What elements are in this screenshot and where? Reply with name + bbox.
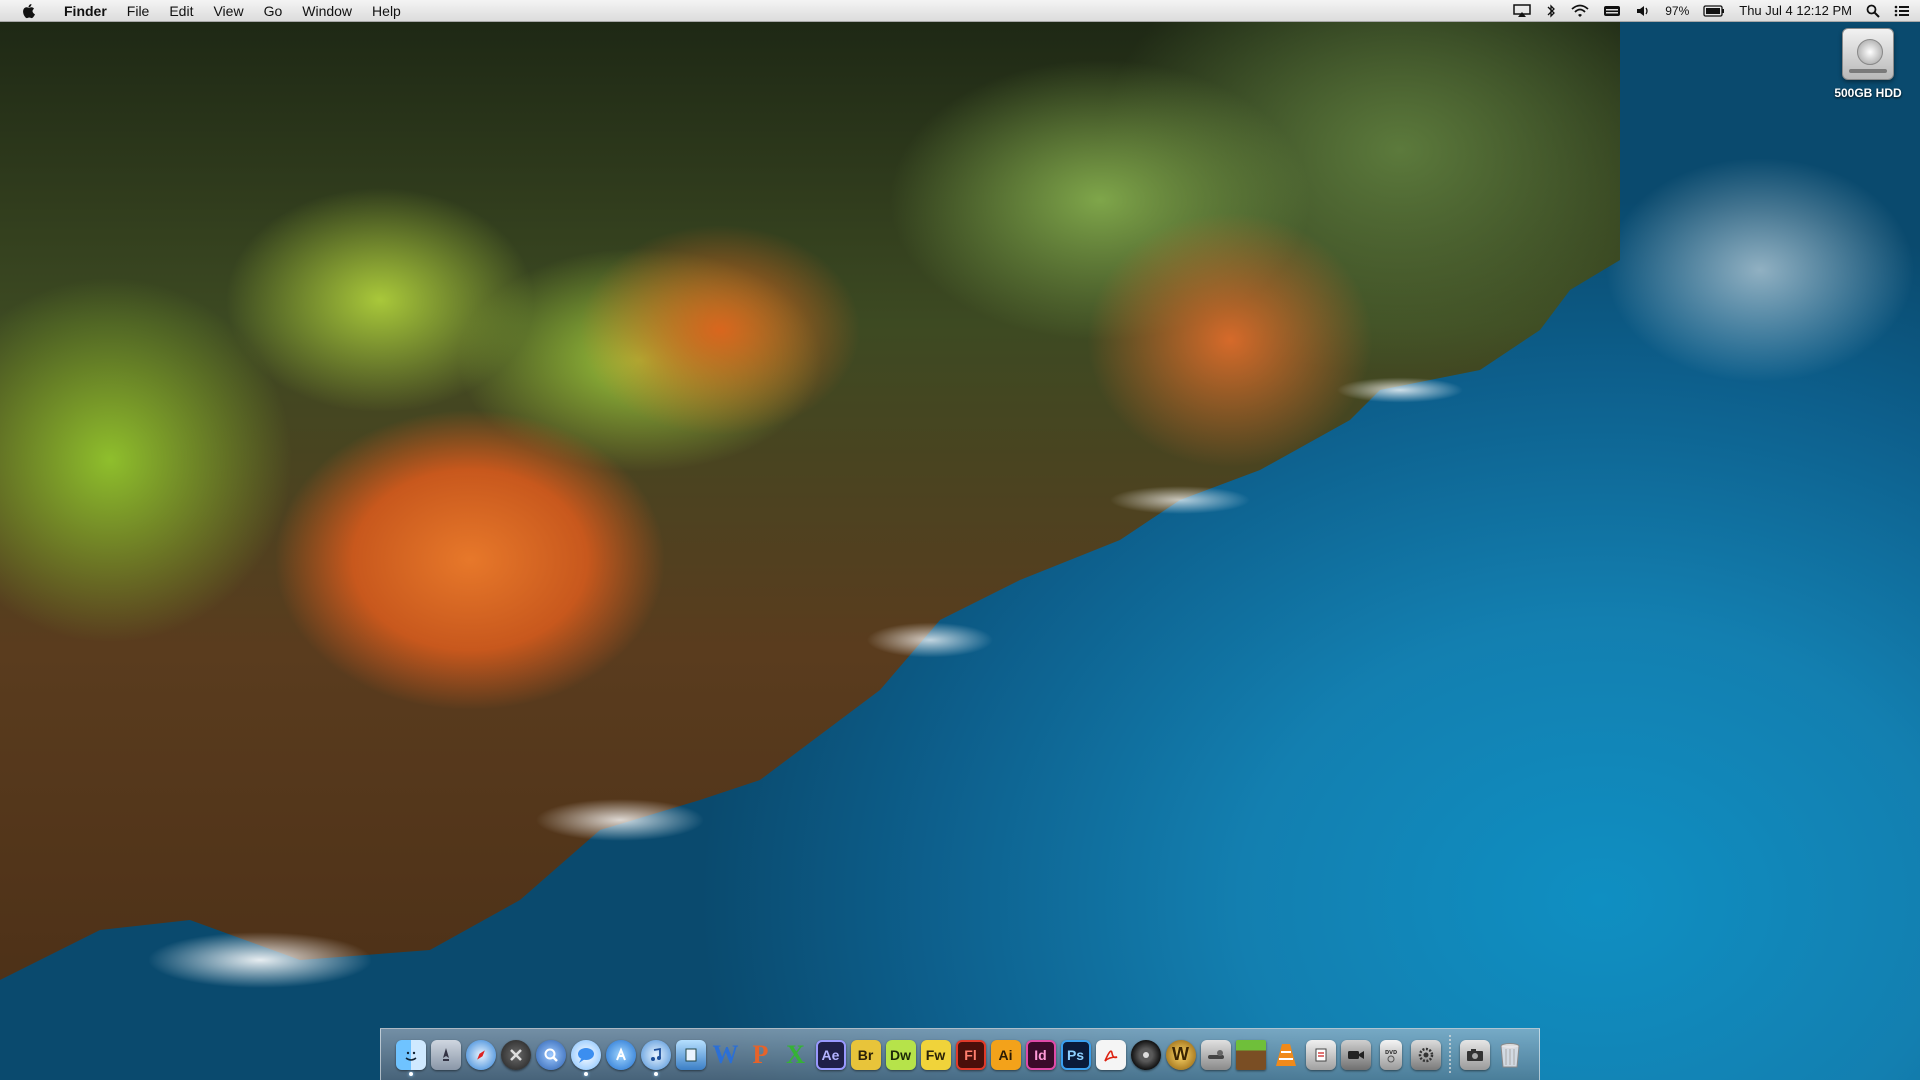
svg-text:DVD: DVD bbox=[1385, 1050, 1397, 1056]
notification-center-icon[interactable] bbox=[1894, 0, 1910, 22]
bluetooth-icon[interactable] bbox=[1545, 0, 1557, 22]
desktop-disk-label: 500GB HDD bbox=[1834, 86, 1902, 100]
dock-item-bridge[interactable]: Br bbox=[848, 1033, 883, 1077]
dock-item-illustrator[interactable]: Ai bbox=[988, 1033, 1023, 1077]
launchpad-icon bbox=[430, 1039, 461, 1070]
itunes-icon bbox=[640, 1039, 671, 1070]
trash-icon bbox=[1495, 1040, 1525, 1070]
dvd-player-icon: DVD bbox=[1379, 1039, 1402, 1070]
dock-item-mission-control[interactable] bbox=[498, 1033, 533, 1077]
bridge-icon: Br bbox=[850, 1039, 881, 1070]
menu-file[interactable]: File bbox=[117, 0, 160, 22]
illustrator-icon: Ai bbox=[990, 1039, 1021, 1070]
fireworks-icon: Fw bbox=[920, 1039, 951, 1070]
powerpoint-icon: P bbox=[752, 1039, 769, 1069]
vlc-icon bbox=[1271, 1040, 1301, 1070]
facetime-icon bbox=[1340, 1039, 1371, 1070]
dock-item-powerpoint[interactable]: P bbox=[743, 1033, 778, 1077]
dock-item-word[interactable]: W bbox=[708, 1033, 743, 1077]
indesign-icon: Id bbox=[1025, 1039, 1056, 1070]
dock-item-screenshot[interactable] bbox=[1457, 1033, 1492, 1077]
menu-edit[interactable]: Edit bbox=[159, 0, 203, 22]
acrobat-icon bbox=[1095, 1039, 1126, 1070]
menu-help[interactable]: Help bbox=[362, 0, 411, 22]
dock-item-vlc[interactable] bbox=[1268, 1033, 1303, 1077]
menu-window[interactable]: Window bbox=[292, 0, 362, 22]
menu-app-finder[interactable]: Finder bbox=[54, 0, 117, 22]
dock-item-minecraft[interactable] bbox=[1233, 1033, 1268, 1077]
dock-item-fireworks[interactable]: Fw bbox=[918, 1033, 953, 1077]
dock-item-facetime[interactable] bbox=[1338, 1033, 1373, 1077]
wow-icon: W bbox=[1165, 1039, 1196, 1070]
dreamweaver-icon: Dw bbox=[885, 1039, 916, 1070]
dock-item-excel[interactable]: X bbox=[778, 1033, 813, 1077]
dock-item-launchpad[interactable] bbox=[428, 1033, 463, 1077]
after-effects-icon: Ae bbox=[815, 1039, 846, 1070]
dock-separator bbox=[1449, 1034, 1451, 1075]
dock-item-trash[interactable] bbox=[1492, 1033, 1527, 1077]
dock-item-flash[interactable]: Fl bbox=[953, 1033, 988, 1077]
dock-item-acrobat[interactable] bbox=[1093, 1033, 1128, 1077]
dock: W P X Ae Br Dw Fw Fl Ai Id Ps W DVD bbox=[380, 1028, 1540, 1080]
mission-control-icon bbox=[500, 1039, 531, 1070]
battery-icon[interactable] bbox=[1703, 0, 1725, 22]
menu-go[interactable]: Go bbox=[254, 0, 293, 22]
system-preferences-icon bbox=[1410, 1039, 1441, 1070]
dock-item-finder[interactable] bbox=[393, 1033, 428, 1077]
spotlight-icon bbox=[535, 1039, 566, 1070]
messages-icon bbox=[570, 1039, 601, 1070]
battery-percent[interactable]: 97% bbox=[1665, 0, 1689, 22]
finder-icon bbox=[395, 1039, 426, 1070]
volume-icon[interactable] bbox=[1635, 0, 1651, 22]
running-indicator bbox=[408, 1071, 413, 1076]
dock-item-safari[interactable] bbox=[463, 1033, 498, 1077]
dock-item-messages[interactable] bbox=[568, 1033, 603, 1077]
logic-icon bbox=[1130, 1039, 1161, 1070]
keyboard-input-icon[interactable] bbox=[1603, 0, 1621, 22]
running-indicator bbox=[583, 1071, 588, 1076]
dock-item-indesign[interactable]: Id bbox=[1023, 1033, 1058, 1077]
menu-bar: Finder File Edit View Go Window Help 97%… bbox=[0, 0, 1920, 22]
dock-item-app-store[interactable] bbox=[603, 1033, 638, 1077]
wallpaper-surf bbox=[0, 0, 1920, 1080]
menu-clock[interactable]: Thu Jul 4 12:12 PM bbox=[1739, 0, 1852, 22]
safari-icon bbox=[465, 1039, 496, 1070]
dock-item-logic[interactable] bbox=[1128, 1033, 1163, 1077]
screenshot-icon bbox=[1459, 1039, 1490, 1070]
dock-item-itunes[interactable] bbox=[638, 1033, 673, 1077]
script-icon bbox=[1305, 1039, 1336, 1070]
hard-drive-icon[interactable] bbox=[1842, 28, 1894, 80]
dock-item-script[interactable] bbox=[1303, 1033, 1338, 1077]
dock-item-preview[interactable] bbox=[673, 1033, 708, 1077]
desktop-disk-item[interactable]: 500GB HDD bbox=[1820, 28, 1916, 100]
desktop-wallpaper bbox=[0, 0, 1920, 1080]
steam-icon bbox=[1200, 1039, 1231, 1070]
dock-item-spotlight[interactable] bbox=[533, 1033, 568, 1077]
minecraft-icon bbox=[1235, 1039, 1266, 1070]
dock-item-dreamweaver[interactable]: Dw bbox=[883, 1033, 918, 1077]
airplay-icon[interactable] bbox=[1513, 0, 1531, 22]
dock-item-steam[interactable] bbox=[1198, 1033, 1233, 1077]
apple-logo-icon[interactable] bbox=[18, 1, 38, 21]
app-store-icon bbox=[605, 1039, 636, 1070]
running-indicator bbox=[653, 1071, 658, 1076]
menu-view[interactable]: View bbox=[203, 0, 253, 22]
excel-icon: X bbox=[786, 1039, 805, 1069]
flash-icon: Fl bbox=[955, 1039, 986, 1070]
photoshop-icon: Ps bbox=[1060, 1039, 1091, 1070]
preview-icon bbox=[675, 1039, 706, 1070]
spotlight-search-icon[interactable] bbox=[1866, 0, 1880, 22]
dock-item-dvd-player[interactable]: DVD bbox=[1373, 1033, 1408, 1077]
dock-item-photoshop[interactable]: Ps bbox=[1058, 1033, 1093, 1077]
dock-item-wow[interactable]: W bbox=[1163, 1033, 1198, 1077]
word-icon: W bbox=[712, 1039, 739, 1069]
dock-item-system-preferences[interactable] bbox=[1408, 1033, 1443, 1077]
wifi-icon[interactable] bbox=[1571, 0, 1589, 22]
dock-item-after-effects[interactable]: Ae bbox=[813, 1033, 848, 1077]
